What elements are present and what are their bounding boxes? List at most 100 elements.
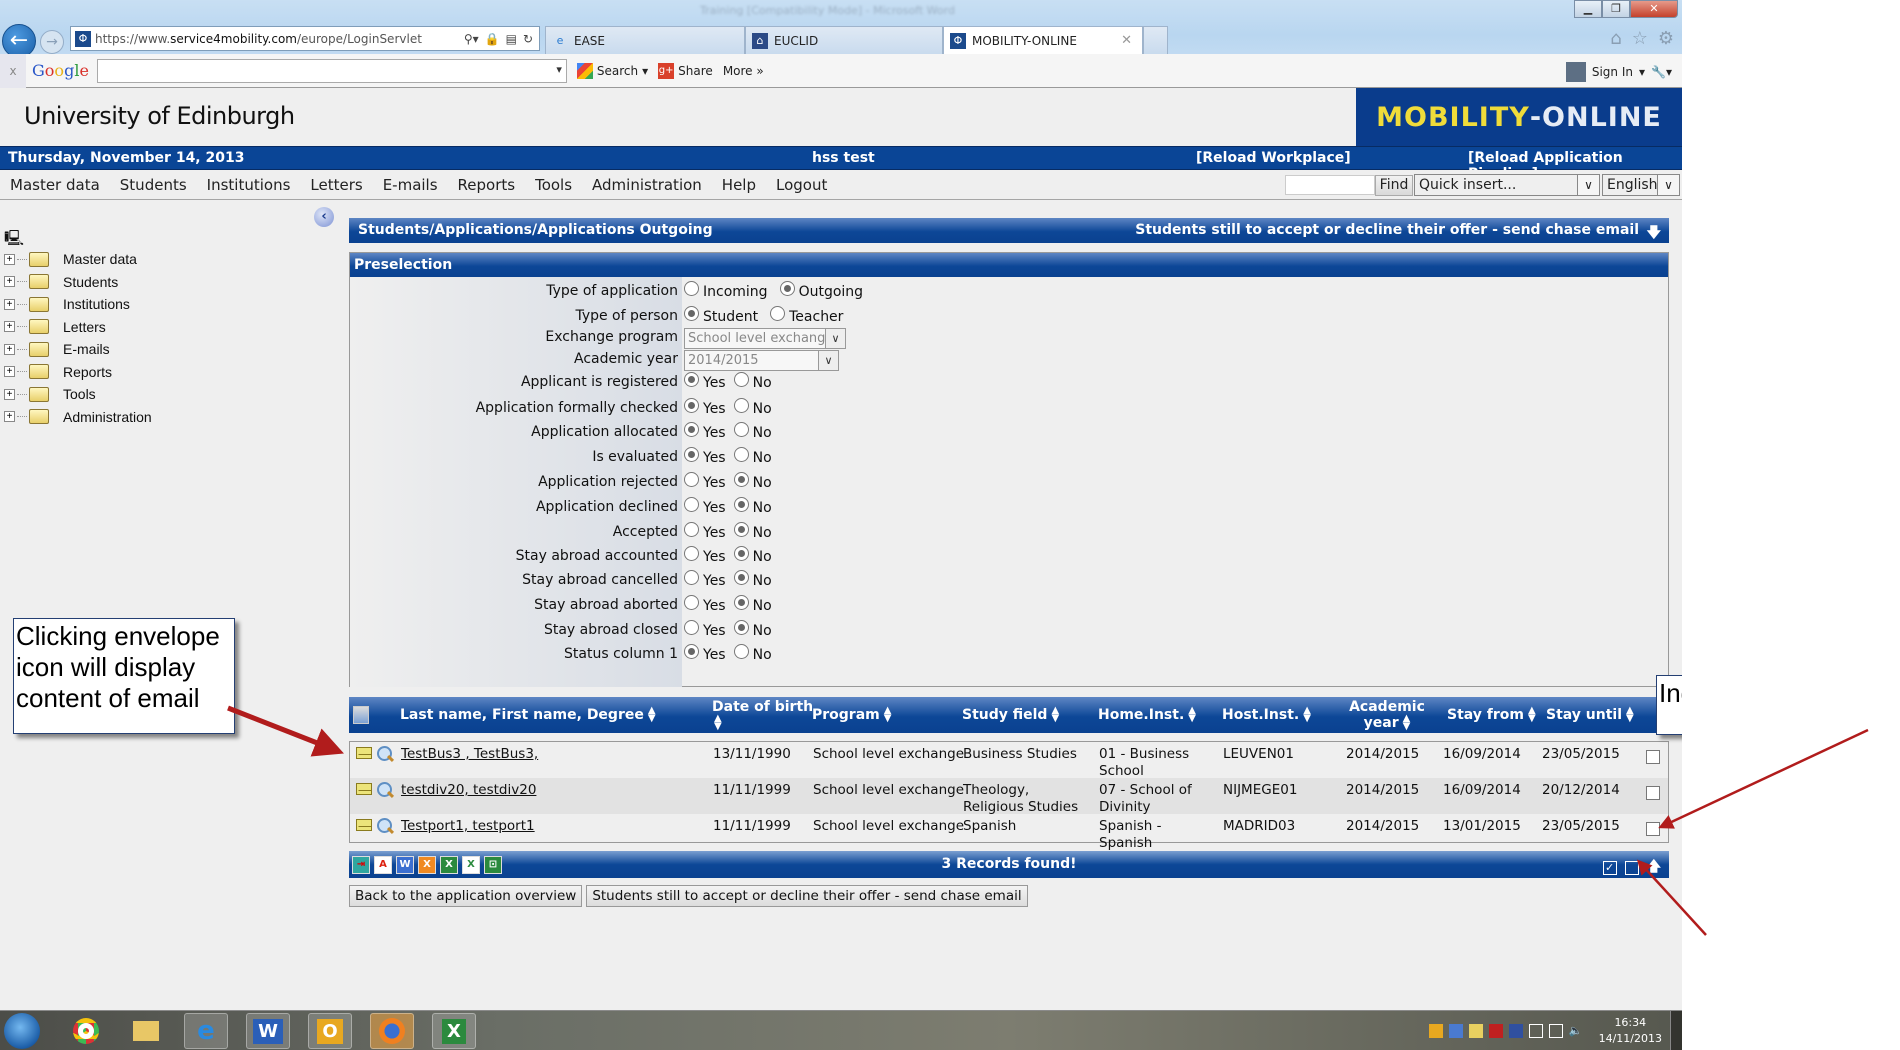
wrench-icon[interactable]: 🔧▾: [1651, 65, 1672, 79]
restore-button[interactable]: ❐: [1602, 0, 1630, 18]
radio-yes[interactable]: [684, 447, 699, 462]
radio-outgoing[interactable]: [779, 281, 795, 296]
sign-in-button[interactable]: Sign In ▾ 🔧▾: [1565, 62, 1672, 82]
radio-no[interactable]: [733, 644, 749, 659]
envelope-icon[interactable]: [356, 783, 372, 795]
find-button[interactable]: Find: [1375, 175, 1413, 196]
tree-item-tools[interactable]: + Tools: [0, 383, 152, 406]
google-search-input[interactable]: [96, 58, 567, 83]
compatibility-icon[interactable]: ▤: [506, 32, 517, 46]
deselect-all-checkbox[interactable]: [1624, 861, 1639, 875]
magnifier-icon[interactable]: [376, 745, 394, 763]
flag-icon[interactable]: [1528, 1024, 1543, 1038]
clock[interactable]: 16:34 14/11/2013: [1599, 1015, 1662, 1047]
antivirus-tray-icon[interactable]: [1488, 1024, 1503, 1038]
chrome-icon[interactable]: [64, 1013, 108, 1049]
student-name-link[interactable]: testdiv20, testdiv20: [401, 782, 536, 799]
expand-icon[interactable]: +: [4, 253, 15, 265]
menu-emails[interactable]: E-mails: [373, 176, 448, 194]
radio-no[interactable]: [733, 398, 749, 413]
expand-icon[interactable]: +: [4, 366, 15, 378]
expand-icon[interactable]: +: [4, 298, 15, 310]
radio-yes[interactable]: [684, 620, 699, 635]
tree-item-reports[interactable]: + Reports: [0, 361, 152, 384]
col-home-inst[interactable]: Home.Inst. ▲ ▼: [1098, 697, 1196, 733]
network-tray-icon[interactable]: [1448, 1024, 1463, 1038]
student-name-link[interactable]: TestBus3 , TestBus3,: [401, 746, 538, 763]
radio-yes[interactable]: [684, 595, 699, 610]
col-stay-until[interactable]: Stay until ▲ ▼: [1546, 697, 1634, 733]
tab-ease[interactable]: e EASE: [545, 26, 745, 54]
minimize-button[interactable]: ▁: [1574, 0, 1602, 18]
lock-icon[interactable]: 🔒: [485, 32, 500, 46]
menu-help[interactable]: Help: [712, 176, 766, 194]
col-academic-year[interactable]: Academic year ▲ ▼: [1347, 697, 1427, 733]
word-taskbar-icon[interactable]: W: [246, 1013, 290, 1049]
close-window-button[interactable]: ✕: [1630, 0, 1678, 18]
menu-master-data[interactable]: Master data: [0, 176, 110, 194]
more-button[interactable]: More »: [723, 64, 764, 78]
file-explorer-icon[interactable]: [124, 1013, 168, 1049]
tab-mobility-online[interactable]: Φ MOBILITY-ONLINE ✕: [943, 26, 1143, 54]
col-program[interactable]: Program ▲ ▼: [812, 697, 891, 733]
show-desktop-button[interactable]: [1670, 1011, 1682, 1050]
radio-no[interactable]: [733, 546, 749, 561]
arrow-down-icon[interactable]: 🡇: [1647, 222, 1661, 246]
radio-yes[interactable]: [684, 497, 699, 512]
expand-icon[interactable]: +: [4, 411, 15, 423]
search-icon[interactable]: ⚲▾: [464, 32, 479, 46]
favorites-star-icon[interactable]: ☆: [1632, 28, 1648, 49]
update-tray-icon[interactable]: [1508, 1024, 1523, 1038]
find-input[interactable]: [1285, 175, 1375, 195]
tab-euclid[interactable]: ⌂ EUCLID: [745, 26, 943, 54]
menu-reports[interactable]: Reports: [448, 176, 526, 194]
radio-incoming[interactable]: [684, 281, 699, 296]
row-select-checkbox[interactable]: [1646, 786, 1660, 800]
col-study-field[interactable]: Study field ▲ ▼: [962, 697, 1059, 733]
tree-item-emails[interactable]: + E-mails: [0, 338, 152, 361]
exchange-program-select[interactable]: School level exchange ∨: [684, 328, 846, 349]
radio-no[interactable]: [733, 595, 749, 610]
student-name-link[interactable]: Testport1, testport1: [401, 818, 535, 835]
envelope-icon[interactable]: [356, 747, 372, 759]
quick-insert-select[interactable]: Quick insert... ∨: [1414, 174, 1600, 196]
radio-student[interactable]: [684, 306, 699, 321]
display-icon[interactable]: [1548, 1024, 1563, 1038]
radio-yes[interactable]: [684, 644, 699, 659]
menu-logout[interactable]: Logout: [766, 176, 837, 194]
back-to-overview-button[interactable]: Back to the application overview: [349, 885, 583, 907]
expand-icon[interactable]: +: [4, 276, 15, 288]
col-dob[interactable]: Date of birth ▲ ▼: [712, 697, 813, 733]
menu-students[interactable]: Students: [110, 176, 197, 194]
collapse-sidebar-button[interactable]: ‹: [314, 207, 334, 227]
tree-item-letters[interactable]: + Letters: [0, 316, 152, 339]
volume-icon[interactable]: 🔈: [1569, 1024, 1583, 1038]
radio-no[interactable]: [733, 422, 749, 437]
start-button[interactable]: [4, 1013, 40, 1049]
language-select[interactable]: English ∨: [1602, 174, 1680, 196]
tree-item-master-data[interactable]: + Master data: [0, 248, 152, 271]
arrow-up-icon[interactable]: 🡅: [1647, 856, 1661, 880]
excel-taskbar-icon[interactable]: X: [432, 1013, 476, 1049]
radio-yes[interactable]: [684, 372, 699, 387]
magnifier-icon[interactable]: [376, 781, 394, 799]
forward-button[interactable]: →: [40, 30, 64, 54]
reload-workplace-link[interactable]: [Reload Workplace]: [1196, 150, 1351, 166]
share-button[interactable]: g+ Share: [658, 62, 713, 79]
radio-yes[interactable]: [684, 398, 699, 413]
radio-no[interactable]: [733, 497, 749, 512]
magnifier-icon[interactable]: [376, 817, 394, 835]
google-search-button[interactable]: Search ▾: [576, 62, 648, 79]
new-tab-button[interactable]: [1143, 26, 1168, 54]
envelope-icon[interactable]: [356, 819, 372, 831]
close-tab-icon[interactable]: ✕: [1121, 33, 1132, 48]
outlook-icon[interactable]: O: [308, 1013, 352, 1049]
close-toolbar-icon[interactable]: x: [0, 53, 26, 88]
radio-no[interactable]: [733, 570, 749, 585]
col-name[interactable]: Last name, First name, Degree ▲ ▼: [400, 697, 656, 733]
radio-yes[interactable]: [684, 472, 699, 487]
refresh-icon[interactable]: ↻: [523, 32, 533, 46]
expand-icon[interactable]: +: [4, 321, 15, 333]
col-stay-from[interactable]: Stay from ▲ ▼: [1447, 697, 1536, 733]
select-all-checkbox[interactable]: ✓: [1602, 861, 1617, 875]
